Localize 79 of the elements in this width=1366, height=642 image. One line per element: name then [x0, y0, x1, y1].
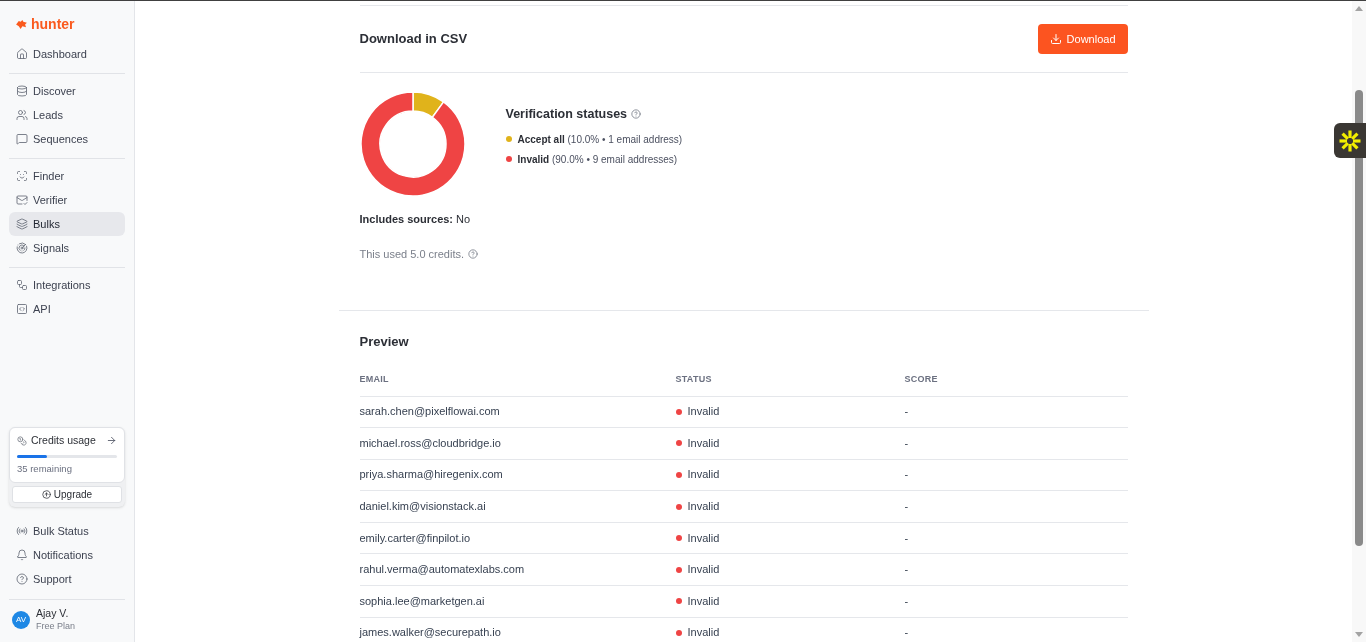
score-cell-text: - — [904, 563, 910, 577]
email-cell-text: michael.ross@cloudbridge.io — [359, 436, 502, 450]
upgrade-icon — [41, 490, 51, 499]
users-icon — [16, 109, 28, 121]
code-icon — [16, 303, 28, 315]
arrow-right-icon[interactable] — [106, 435, 117, 447]
help-icon — [16, 573, 28, 585]
user-avatar[interactable]: AV — [12, 610, 30, 629]
status-label: Invalid — [687, 594, 720, 608]
nav-item[interactable]: Verifier — [9, 188, 125, 212]
column-header: STATUS — [675, 373, 713, 387]
score-cell-text: - — [904, 500, 910, 514]
nav-item[interactable]: Support — [9, 567, 125, 591]
user-name: Ajay V. — [36, 607, 70, 620]
nav-item[interactable]: Dashboard — [9, 42, 125, 66]
nav-item[interactable]: Finder — [9, 164, 125, 188]
mail-check-icon — [16, 194, 28, 206]
nav-item[interactable]: Sequences — [9, 127, 125, 151]
status-label: Invalid — [687, 436, 720, 450]
email-cell-text: sophia.lee@marketgen.ai — [359, 594, 486, 608]
nav-item[interactable]: Signals — [9, 236, 125, 260]
caret-down-icon[interactable] — [1355, 632, 1363, 637]
legend-text: Invalid (90.0% • 9 email addresses) — [517, 152, 678, 167]
status-label: Invalid — [687, 500, 720, 514]
workflow-icon — [16, 279, 28, 291]
coins-icon — [17, 435, 27, 446]
email-cell-text: emily.carter@finpilot.io — [359, 531, 472, 545]
nav-item[interactable]: API — [9, 297, 125, 321]
legend-title: Verification statuses — [505, 106, 628, 123]
status-label: Invalid — [687, 468, 720, 482]
score-cell-text: - — [904, 436, 910, 450]
face-scan-icon — [16, 170, 28, 182]
legend-text: Accept all (10.0% • 1 email address) — [517, 132, 683, 147]
nav-item[interactable]: Discover — [9, 79, 125, 103]
email-cell-text: priya.sharma@hiregenix.com — [359, 468, 504, 482]
download-icon — [1049, 33, 1062, 45]
signal-icon — [16, 525, 28, 537]
score-cell-text: - — [904, 405, 910, 419]
status-label: Invalid — [687, 405, 720, 419]
status-label: Invalid — [687, 531, 720, 545]
credits-remaining: 35 remaining — [17, 461, 73, 476]
asterisk-icon — [1338, 128, 1362, 153]
database-icon — [16, 85, 28, 97]
scrollbar-thumb[interactable] — [1355, 90, 1363, 546]
credits-title: Credits usage — [31, 433, 97, 448]
section-title: Preview — [359, 333, 410, 351]
logo-icon — [16, 19, 27, 29]
nav-item[interactable]: Bulks — [9, 212, 125, 236]
includes-sources-text: Includes sources: No — [359, 212, 472, 227]
status-label: Invalid — [687, 626, 720, 640]
score-cell-text: - — [904, 594, 910, 608]
column-header: SCORE — [904, 373, 939, 387]
email-cell-text: rahul.verma@automatexlabs.com — [359, 563, 526, 577]
widget-button[interactable] — [1334, 123, 1366, 158]
email-cell-text: sarah.chen@pixelflowai.com — [359, 405, 501, 419]
nav-item[interactable]: Notifications — [9, 543, 125, 567]
nav-item[interactable]: Integrations — [9, 273, 125, 297]
help-icon[interactable] — [468, 248, 479, 259]
user-plan: Free Plan — [36, 620, 76, 632]
caret-up-icon[interactable] — [1355, 6, 1363, 11]
nav-item[interactable]: Bulk Status — [9, 519, 125, 543]
email-cell-text: daniel.kim@visionstack.ai — [359, 500, 487, 514]
chat-bubble-icon — [16, 133, 28, 145]
upgrade-button[interactable]: Upgrade — [12, 486, 122, 503]
layers-icon — [16, 218, 28, 230]
logo-text: hunter — [31, 17, 75, 31]
section-title: Download in CSV — [359, 30, 468, 49]
help-icon[interactable] — [631, 109, 642, 120]
credits-used-text: This used 5.0 credits. — [359, 246, 465, 262]
column-header: EMAIL — [359, 373, 390, 387]
score-cell-text: - — [904, 531, 910, 545]
status-label: Invalid — [687, 563, 720, 577]
bell-icon — [16, 549, 28, 561]
radar-icon — [16, 242, 28, 254]
score-cell-text: - — [904, 468, 910, 482]
nav-item[interactable]: Leads — [9, 103, 125, 127]
house-icon — [16, 48, 28, 60]
email-cell-text: james.walker@securepath.io — [359, 626, 502, 640]
score-cell-text: - — [904, 626, 910, 640]
